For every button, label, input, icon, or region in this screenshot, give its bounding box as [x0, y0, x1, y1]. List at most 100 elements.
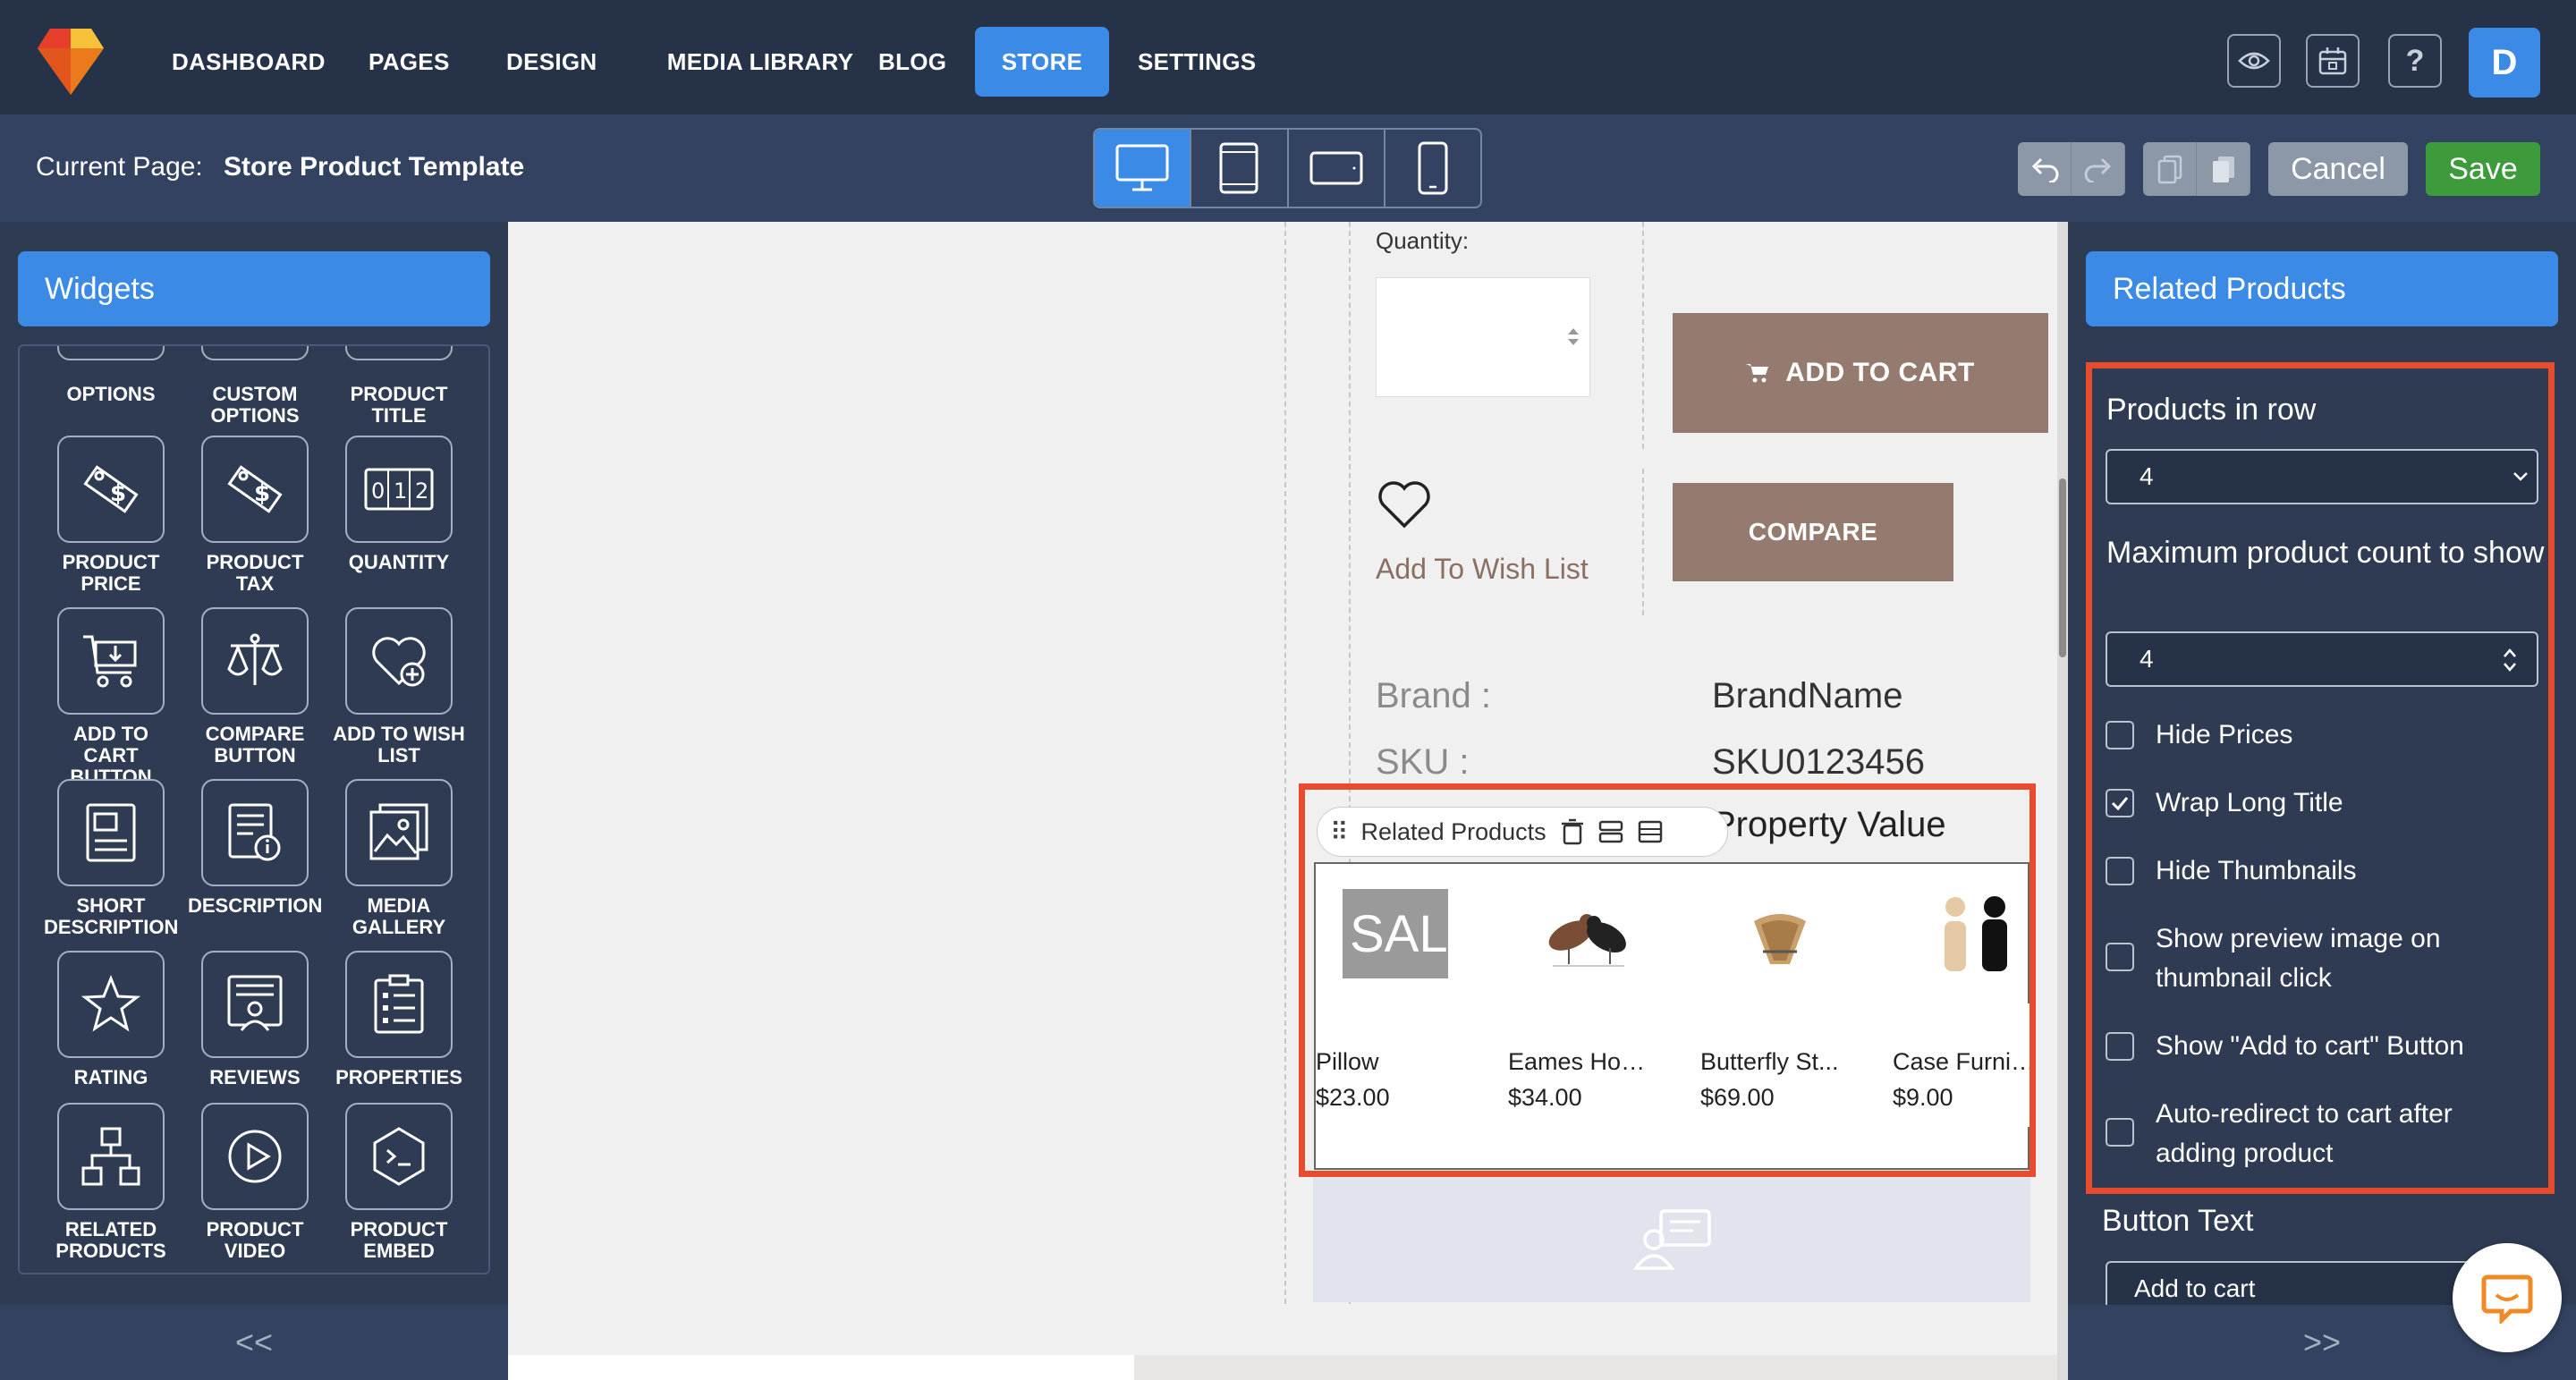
widget-media-gallery[interactable]: MEDIA GALLERY	[332, 779, 466, 938]
widget-quantity[interactable]: 012 QUANTITY	[332, 436, 466, 573]
widget-label-product-title: PRODUCT TITLE	[350, 383, 448, 427]
collapse-left-panel-button[interactable]: <<	[0, 1305, 508, 1380]
column-guide	[1642, 222, 1644, 449]
show-add-to-cart-checkbox[interactable]	[2106, 1032, 2134, 1061]
max-product-count-label: Maximum product count to show	[2106, 536, 2545, 570]
mobile-view-button[interactable]	[1385, 130, 1480, 207]
logo-icon[interactable]	[34, 25, 107, 97]
reviews-icon	[227, 975, 283, 1031]
current-page-value: Store Product Template	[224, 152, 525, 182]
nav-store[interactable]: STORE	[975, 27, 1109, 97]
hide-prices-option[interactable]: Hide Prices	[2106, 715, 2531, 755]
column-guide	[1642, 469, 1644, 615]
calendar-gift-icon	[2318, 47, 2347, 75]
doc-info-icon	[228, 803, 281, 861]
widget-tile-options[interactable]	[57, 346, 165, 360]
tablet-landscape-view-button[interactable]	[1289, 130, 1385, 207]
chevron-down-icon	[2513, 472, 2528, 481]
show-preview-checkbox[interactable]	[2106, 943, 2134, 971]
svg-text:$: $	[254, 480, 270, 507]
undo-button[interactable]	[2018, 142, 2072, 196]
checkmark-icon	[2111, 797, 2129, 811]
publish-button[interactable]	[2306, 34, 2360, 88]
nav-media-library[interactable]: MEDIA LIBRARY	[651, 27, 869, 97]
copy-button[interactable]	[2143, 142, 2197, 196]
save-button[interactable]: Save	[2426, 142, 2540, 196]
settings-header: Related Products	[2086, 251, 2558, 326]
brand-label: Brand :	[1376, 676, 1491, 715]
scale-icon	[227, 633, 283, 685]
wrap-long-title-option[interactable]: Wrap Long Title	[2106, 783, 2531, 823]
widget-short-description[interactable]: SHORT DESCRIPTION	[44, 779, 178, 938]
widget-rating[interactable]: RATING	[44, 951, 178, 1088]
svg-text:2: 2	[415, 478, 428, 504]
paste-icon	[2212, 157, 2234, 182]
cart-icon	[1746, 364, 1769, 383]
canvas-scroll-thumb[interactable]	[2059, 478, 2066, 657]
short-doc-icon	[86, 803, 136, 862]
clipboard-list-icon	[374, 974, 424, 1034]
nav-blog[interactable]: BLOG	[878, 27, 946, 97]
canvas-bottom-strip	[508, 1355, 1134, 1380]
widget-related-products[interactable]: RELATED PRODUCTS	[44, 1103, 178, 1262]
sku-value: SKU0123456	[1712, 742, 1925, 782]
widget-product-video[interactable]: PRODUCT VIDEO	[188, 1103, 322, 1262]
compare-button[interactable]: COMPARE	[1673, 483, 1953, 581]
widget-compare-button[interactable]: COMPARE BUTTON	[188, 607, 322, 766]
widget-label-custom-options: CUSTOM OPTIONS	[210, 383, 300, 427]
cancel-button[interactable]: Cancel	[2268, 142, 2408, 196]
preview-button[interactable]	[2227, 34, 2281, 88]
widget-product-embed[interactable]: PRODUCT EMBED	[332, 1103, 466, 1262]
hide-prices-checkbox[interactable]	[2106, 721, 2134, 749]
widget-product-price[interactable]: $ PRODUCT PRICE	[44, 436, 178, 595]
terminal-icon	[373, 1127, 425, 1186]
auto-redirect-checkbox[interactable]	[2106, 1118, 2134, 1147]
canvas-scrollbar[interactable]	[2057, 222, 2068, 1380]
tablet-landscape-icon	[1309, 151, 1363, 185]
nav-settings[interactable]: SETTINGS	[1138, 27, 1256, 97]
widget-product-tax[interactable]: $ PRODUCT TAX	[188, 436, 322, 595]
products-in-row-select[interactable]: 4	[2106, 449, 2538, 504]
auto-redirect-option[interactable]: Auto-redirect to cart after adding produ…	[2106, 1095, 2531, 1173]
gallery-icon	[369, 803, 428, 860]
hierarchy-icon	[81, 1127, 140, 1186]
tablet-icon	[1219, 142, 1258, 194]
nav-dashboard[interactable]: DASHBOARD	[172, 27, 325, 97]
widget-reviews[interactable]: REVIEWS	[188, 951, 322, 1088]
eye-icon	[2238, 52, 2270, 70]
comments-widget[interactable]	[1313, 1177, 2030, 1302]
desktop-view-button[interactable]	[1095, 130, 1192, 207]
paste-button[interactable]	[2197, 142, 2250, 196]
nav-design[interactable]: DESIGN	[506, 27, 597, 97]
widget-tile-custom-options[interactable]	[201, 346, 309, 360]
widget-properties[interactable]: PROPERTIES	[332, 951, 466, 1088]
avatar[interactable]: D	[2469, 28, 2540, 97]
widgets-list: OPTIONS CUSTOM OPTIONS PRODUCT TITLE $ P…	[18, 344, 490, 1274]
desktop-icon	[1115, 144, 1169, 191]
widgets-header: Widgets	[18, 251, 490, 326]
widget-tile-product-title[interactable]	[345, 346, 453, 360]
hide-thumbnails-checkbox[interactable]	[2106, 857, 2134, 885]
tablet-view-button[interactable]	[1191, 130, 1289, 207]
show-add-to-cart-option[interactable]: Show "Add to cart" Button	[2106, 1027, 2531, 1066]
heart-icon[interactable]	[1376, 479, 1433, 529]
add-to-cart-button[interactable]: ADD TO CART	[1673, 313, 2048, 433]
chat-button[interactable]	[2453, 1243, 2562, 1352]
sku-label: SKU :	[1376, 742, 1470, 782]
widget-add-to-cart-button[interactable]: ADD TO CART BUTTON	[44, 607, 178, 788]
add-to-wish-list-link[interactable]: Add To Wish List	[1376, 553, 1589, 586]
svg-text:$: $	[110, 480, 126, 507]
hide-thumbnails-option[interactable]: Hide Thumbnails	[2106, 851, 2531, 891]
widget-add-to-wish-list[interactable]: ADD TO WISH LIST	[332, 607, 466, 766]
show-preview-option[interactable]: Show preview image on thumbnail click	[2106, 919, 2531, 998]
help-button[interactable]: ?	[2388, 34, 2442, 88]
wrap-long-title-checkbox[interactable]	[2106, 789, 2134, 817]
max-product-count-input[interactable]: 4	[2106, 631, 2538, 687]
device-switcher	[1093, 128, 1482, 208]
nav-pages[interactable]: PAGES	[369, 27, 449, 97]
redo-button[interactable]	[2072, 142, 2125, 196]
button-text-label: Button Text	[2102, 1204, 2254, 1238]
quantity-input[interactable]	[1376, 277, 1590, 397]
widget-description[interactable]: DESCRIPTION	[188, 779, 322, 917]
redo-icon	[2084, 157, 2111, 182]
